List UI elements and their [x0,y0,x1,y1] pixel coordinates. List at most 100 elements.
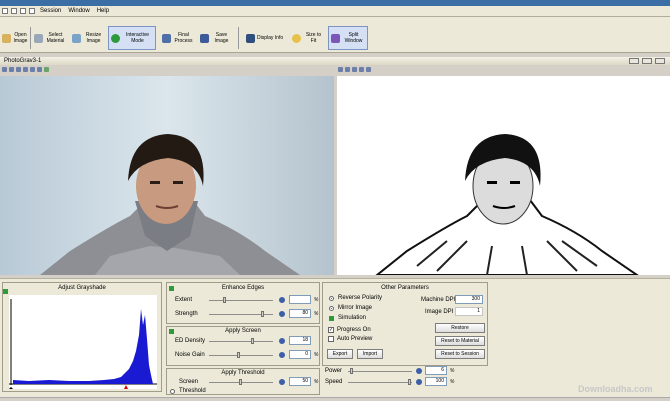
extent-slider-thumb[interactable] [223,297,226,303]
histogram-group: Adjust Grayshade [2,282,162,392]
noise-gain-slider[interactable] [209,352,273,358]
enhance-edges-group: Enhance Edges Extent % Strength 80 % [166,282,320,324]
noise-gain-reset-icon[interactable] [279,352,285,358]
zoom-fit-icon[interactable] [352,67,357,72]
zoom-actual-icon[interactable] [23,67,28,72]
power-slider[interactable] [348,368,412,374]
zoom-out-icon[interactable] [9,67,14,72]
screen-slider-thumb[interactable] [239,379,242,385]
interactive-mode-button[interactable]: Interactive Mode [108,26,156,50]
restore-icon[interactable] [642,58,652,64]
speed-slider-thumb[interactable] [408,379,411,385]
image-dpi-label: Image DPI [425,309,454,315]
import-button[interactable]: Import [357,349,383,359]
noise-gain-slider-thumb[interactable] [237,352,240,358]
image-dpi-value: 1 [455,307,483,316]
reset-to-session-button[interactable]: Reset to Session [435,349,485,359]
apply-screen-enable-icon[interactable] [169,329,174,334]
histogram-enable-icon[interactable] [3,289,8,294]
ed-density-reset-icon[interactable] [279,338,285,344]
zoom-fit-icon[interactable] [16,67,21,72]
strength-input[interactable]: 80 [289,309,311,318]
noise-gain-input[interactable]: 0 [289,350,311,359]
power-input[interactable]: 6 [425,366,447,375]
strength-reset-icon[interactable] [279,311,285,317]
other-parameters-group: Other Parameters Reverse Polarity Mirror… [322,282,488,366]
interactive-mode-icon [111,33,120,43]
refresh-icon[interactable] [366,67,371,72]
power-reset-icon[interactable] [416,368,422,374]
menu-help-icon[interactable] [29,8,35,14]
progress-on-checkbox[interactable]: ✓ [328,327,334,333]
enhance-edges-enable-icon[interactable] [169,286,174,291]
machine-dpi-input[interactable]: 300 [455,295,483,304]
menu-save-icon[interactable] [20,8,26,14]
extent-reset-icon[interactable] [279,297,285,303]
resize-image-icon [72,33,81,43]
apply-threshold-title: Apply Threshold [221,370,265,376]
zoom-out-icon[interactable] [345,67,350,72]
menu-open-icon[interactable] [11,8,17,14]
select-material-button[interactable]: Select Material [32,26,68,50]
close-icon[interactable] [655,58,665,64]
refresh-icon[interactable] [37,67,42,72]
open-image-button[interactable]: Open Image [0,26,30,50]
speed-slider[interactable] [348,379,412,385]
menu-new-icon[interactable] [2,8,8,14]
restore-button[interactable]: Restore [435,323,485,333]
save-image-button[interactable]: Save Image [198,26,234,50]
speed-input[interactable]: 100 [425,377,447,386]
zoom-actual-icon[interactable] [359,67,364,72]
status-bar [0,397,670,401]
menu-session[interactable]: Session [38,8,63,14]
engraved-preview-view[interactable] [337,76,670,275]
grayshade-histogram[interactable] [9,295,157,389]
screen-slider[interactable] [209,379,273,385]
size-to-fit-button[interactable]: Size to Fit [290,26,326,50]
simulation-toggle[interactable] [329,316,334,321]
ed-density-input[interactable]: 18 [289,336,311,345]
threshold-radio[interactable] [170,389,175,394]
other-parameters-title: Other Parameters [381,285,429,291]
simulation-label: Simulation [338,315,367,321]
split-window-icon [331,33,340,43]
zoom-in-icon[interactable] [338,67,343,72]
resize-image-button[interactable]: Resize Image [70,26,106,50]
reset-to-material-button[interactable]: Reset to Material [435,336,485,346]
document-title-bar: PhotoGrav3-1 [0,57,670,65]
split-window-button[interactable]: Split Window [328,26,368,50]
reverse-polarity-toggle[interactable] [329,296,334,301]
machine-dpi-label: Machine DPI [421,297,456,303]
strength-unit: % [314,311,319,317]
original-image-view[interactable] [0,76,334,275]
zoom-in-icon[interactable] [2,67,7,72]
size-to-fit-icon [292,33,301,43]
left-view-tools [2,67,49,72]
menu-help[interactable]: Help [95,8,111,14]
toolbar-separator [30,27,31,49]
mirror-image-toggle[interactable] [329,306,334,311]
strength-slider-thumb[interactable] [261,311,264,317]
export-button[interactable]: Export [327,349,353,359]
strength-slider[interactable] [209,311,273,317]
extent-input[interactable] [289,295,311,304]
histogram-title: Adjust Grayshade [58,285,106,291]
screen-reset-icon[interactable] [279,379,285,385]
power-slider-thumb[interactable] [350,368,353,374]
display-info-button[interactable]: Display Info [244,26,286,50]
mirror-image-label: Mirror Image [338,305,373,311]
menu-window[interactable]: Window [66,8,91,14]
pan-icon[interactable] [30,67,35,72]
auto-preview-label: Auto Preview [337,336,373,342]
ed-density-slider-thumb[interactable] [251,338,254,344]
speed-reset-icon[interactable] [416,379,422,385]
auto-preview-checkbox[interactable] [328,336,334,342]
extent-slider[interactable] [209,297,273,303]
original-photo [40,134,300,275]
ed-density-slider[interactable] [209,338,273,344]
screen-input[interactable]: 50 [289,377,311,386]
sync-icon[interactable] [44,67,49,72]
minimize-icon[interactable] [629,58,639,64]
final-process-button[interactable]: Final Process [160,26,196,50]
menu-bar: Session Window Help [0,6,670,17]
